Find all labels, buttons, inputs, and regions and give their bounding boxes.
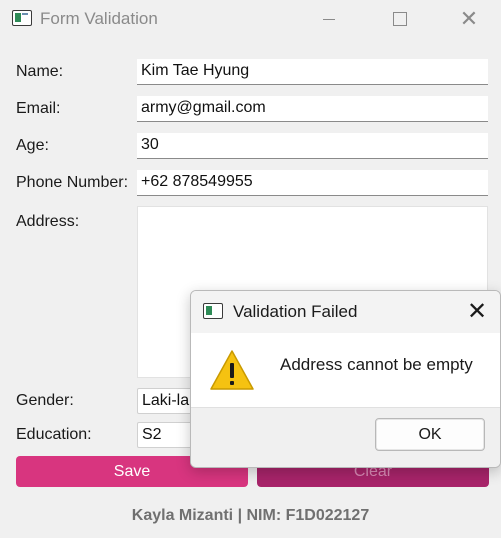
dialog-footer: OK bbox=[191, 407, 500, 467]
close-button[interactable]: ✕ bbox=[446, 0, 492, 38]
dialog-app-icon bbox=[203, 303, 223, 319]
name-label: Name: bbox=[16, 63, 64, 80]
ok-button[interactable]: OK bbox=[375, 418, 485, 451]
window-title: Form Validation bbox=[40, 9, 158, 28]
address-label: Address: bbox=[16, 213, 80, 230]
email-label: Email: bbox=[16, 100, 61, 117]
email-input[interactable]: army@gmail.com bbox=[137, 96, 488, 122]
phone-label: Phone Number: bbox=[16, 174, 129, 191]
dialog-close-button[interactable]: ✕ bbox=[454, 291, 500, 333]
dialog-message: Address cannot be empty bbox=[280, 355, 473, 374]
education-label: Education: bbox=[16, 426, 92, 443]
footer-credit: Kayla Mizanti | NIM: F1D022127 bbox=[131, 507, 370, 524]
dialog-title: Validation Failed bbox=[233, 302, 358, 321]
phone-input[interactable]: +62 878549955 bbox=[137, 170, 488, 196]
app-icon bbox=[12, 10, 32, 26]
maximize-button[interactable] bbox=[376, 0, 422, 38]
age-label: Age: bbox=[16, 137, 49, 154]
dialog-body: Address cannot be empty bbox=[191, 333, 500, 407]
minimize-button[interactable] bbox=[306, 0, 352, 38]
dialog-title-bar: Validation Failed ✕ bbox=[191, 291, 500, 333]
title-bar: Form Validation ✕ bbox=[0, 0, 501, 38]
age-input[interactable]: 30 bbox=[137, 133, 488, 159]
gender-label: Gender: bbox=[16, 392, 74, 409]
name-input[interactable]: Kim Tae Hyung bbox=[137, 59, 488, 85]
warning-icon bbox=[210, 350, 254, 390]
validation-dialog: Validation Failed ✕ Address cannot be em… bbox=[190, 290, 501, 468]
